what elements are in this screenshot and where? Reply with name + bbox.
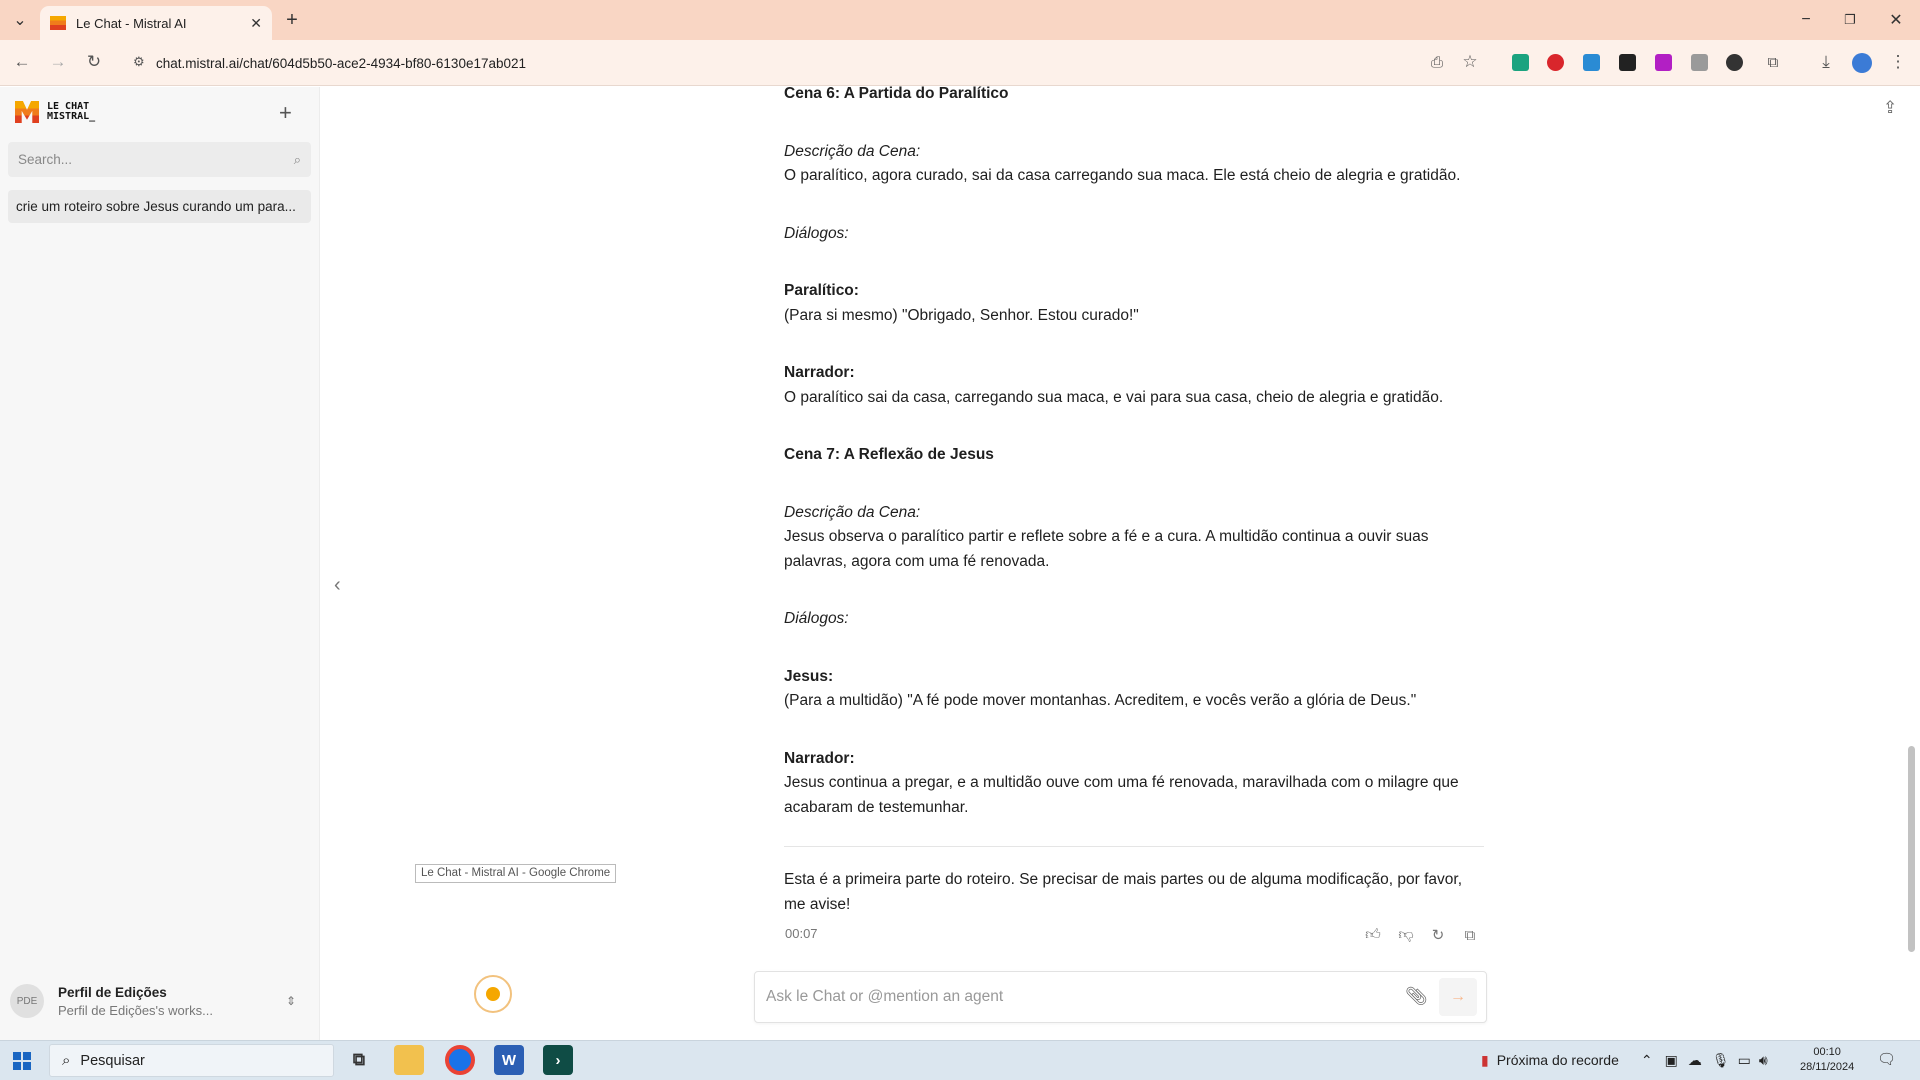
dialogues-label: Diálogos: [784,224,849,242]
search-input[interactable]: Search... ⌕ [8,142,311,177]
close-window-button[interactable]: ✕ [1884,8,1908,32]
clock[interactable]: 00:10 28/11/2024 [1800,1045,1854,1075]
volume-icon[interactable]: 🔊︎ [1759,1052,1768,1069]
restore-button[interactable]: ❐ [1838,8,1862,32]
url-text: chat.mistral.ai/chat/604d5b50-ace2-4934-… [156,55,527,71]
chat-input[interactable] [766,986,1366,1008]
windows-start-icon[interactable] [13,1052,31,1070]
scrollbar[interactable] [1908,746,1915,952]
onedrive-icon[interactable]: ☁ [1688,1052,1702,1069]
extension-6-icon[interactable] [1691,54,1708,71]
reload-icon[interactable]: ↻ [82,50,106,74]
search-placeholder: Search... [18,152,73,167]
scene-description-label: Descrição da Cena: [784,142,921,160]
extension-1-icon[interactable] [1512,54,1529,71]
closing-text: Esta é a primeira parte do roteiro. Se p… [784,871,1463,913]
le-chat-logo[interactable]: LE CHAT MISTRAL_ [15,101,95,123]
thumbs-up-icon[interactable]: 👍︎ [1363,925,1383,945]
taskbar-search[interactable]: ⌕ Pesquisar [49,1044,334,1077]
assistant-message: Cena 6: A Partida do Paralítico Descriçã… [784,82,1484,853]
window-tooltip: Le Chat - Mistral AI - Google Chrome [415,864,617,883]
speaker-label: Narrador: [784,364,855,381]
chrome-icon[interactable] [445,1045,475,1075]
extension-3-icon[interactable] [1583,54,1600,71]
search-icon: ⌕ [293,151,301,167]
extension-7-icon[interactable] [1726,54,1743,71]
network-icon[interactable]: ▭ [1738,1052,1751,1069]
notifications-icon[interactable]: 🗨︎ [1877,1050,1896,1068]
extension-4-icon[interactable] [1619,54,1636,71]
show-hidden-icons-icon[interactable]: ⌃ [1641,1052,1653,1069]
profile-avatar[interactable] [1852,53,1872,73]
magnifier-icon: ⌕ [62,1052,71,1069]
speaker-label: Narrador: [784,749,855,767]
scene-description: O paralítico, agora curado, sai da casa … [784,167,1461,184]
forward-icon[interactable]: → [46,50,70,74]
dialogue-line: (Para a multidão) "A fé pode mover monta… [784,692,1417,709]
record-extension-icon[interactable] [1547,54,1564,71]
back-icon[interactable]: ← [10,50,34,74]
scene-heading: Cena 7: A Reflexão de Jesus [784,446,994,463]
file-explorer-icon[interactable] [394,1045,424,1075]
thumbs-down-icon[interactable]: 👎︎ [1396,925,1416,945]
download-extension-icon[interactable] [1655,54,1672,71]
tab-search-icon[interactable]: ⌄ [8,8,32,32]
profile-workspace: Perfil de Edições's works... [58,1002,213,1018]
weather-text[interactable]: Próxima do recorde [1497,1052,1619,1068]
conversation-title: crie um roteiro sobre Jesus curando um p… [16,199,296,214]
dialogue-line: (Para si mesmo) "Obrigado, Senhor. Estou… [784,306,1139,324]
logo-line-2: MISTRAL_ [47,111,96,122]
bookmark-star-icon[interactable]: ☆ [1458,50,1482,74]
share-icon[interactable]: ⇪ [1883,98,1897,118]
sidebar [0,87,320,1040]
capcut-icon[interactable]: › [543,1045,573,1075]
minimize-button[interactable]: − [1794,8,1818,32]
new-chat-button[interactable]: + [279,100,292,126]
divider [784,846,1484,847]
copy-icon[interactable]: ⧉ [1460,925,1480,945]
profile-switcher[interactable]: PDE Perfil de Edições Perfil de Edições'… [10,972,310,1030]
clock-time: 00:10 [1813,1046,1841,1058]
scene-heading: Cena 6: A Partida do Paralítico [784,85,1009,102]
send-button[interactable]: → [1439,978,1477,1016]
word-icon[interactable]: W [494,1045,524,1075]
chevron-up-down-icon: ⇕ [285,994,296,1008]
recording-indicator-icon[interactable] [474,975,512,1013]
attach-file-icon[interactable]: 📎︎ [1405,986,1428,1007]
conversation-item[interactable]: crie um roteiro sobre Jesus curando um p… [8,190,311,223]
weather-icon: ▮ [1481,1051,1489,1068]
close-tab-icon[interactable]: ✕ [250,15,262,32]
clock-date: 28/11/2024 [1800,1061,1855,1073]
microphone-icon[interactable]: 🎙︎ [1712,1052,1730,1069]
new-tab-button[interactable]: + [280,8,304,32]
collapse-sidebar-icon[interactable]: ‹ [334,574,341,597]
scene-description-label: Descrição da Cena: [784,503,921,521]
install-app-icon[interactable]: ⎙ [1425,50,1449,74]
profile-name: Perfil de Edições [58,984,167,1000]
extensions-puzzle-icon[interactable]: ⧉ [1761,50,1785,74]
taskbar-search-label: Pesquisar [80,1052,145,1069]
tab-title: Le Chat - Mistral AI [76,15,187,31]
system-tray: ▮ Próxima do recorde ⌃ ▣ ☁ 🎙︎ ▭ 🔊︎ [1481,1041,1768,1079]
chrome-menu-icon[interactable]: ⋮ [1886,50,1910,74]
task-view-icon[interactable]: ⧉ [344,1045,374,1075]
meet-icon[interactable]: ▣ [1665,1052,1678,1069]
site-info-icon[interactable]: ⚙ [133,54,145,70]
dialogue-line: Jesus continua a pregar, e a multidão ou… [784,774,1459,816]
regenerate-icon[interactable]: ↻ [1428,925,1448,945]
mistral-logo-icon [15,101,39,123]
browser-tab[interactable]: Le Chat - Mistral AI ✕ [40,6,272,40]
address-bar[interactable]: ⚙ chat.mistral.ai/chat/604d5b50-ace2-493… [123,48,1431,78]
avatar: PDE [10,984,44,1018]
speaker-label: Jesus: [784,667,834,685]
scene-description: Jesus observa o paralítico partir e refl… [784,528,1429,570]
speaker-label: Paralítico: [784,282,859,299]
response-time: 00:07 [785,926,818,941]
mistral-favicon-icon [50,16,66,30]
dialogues-label: Diálogos: [784,610,849,627]
downloads-icon[interactable]: ⤓ [1814,50,1838,74]
dialogue-line: O paralítico sai da casa, carregando sua… [784,388,1444,406]
